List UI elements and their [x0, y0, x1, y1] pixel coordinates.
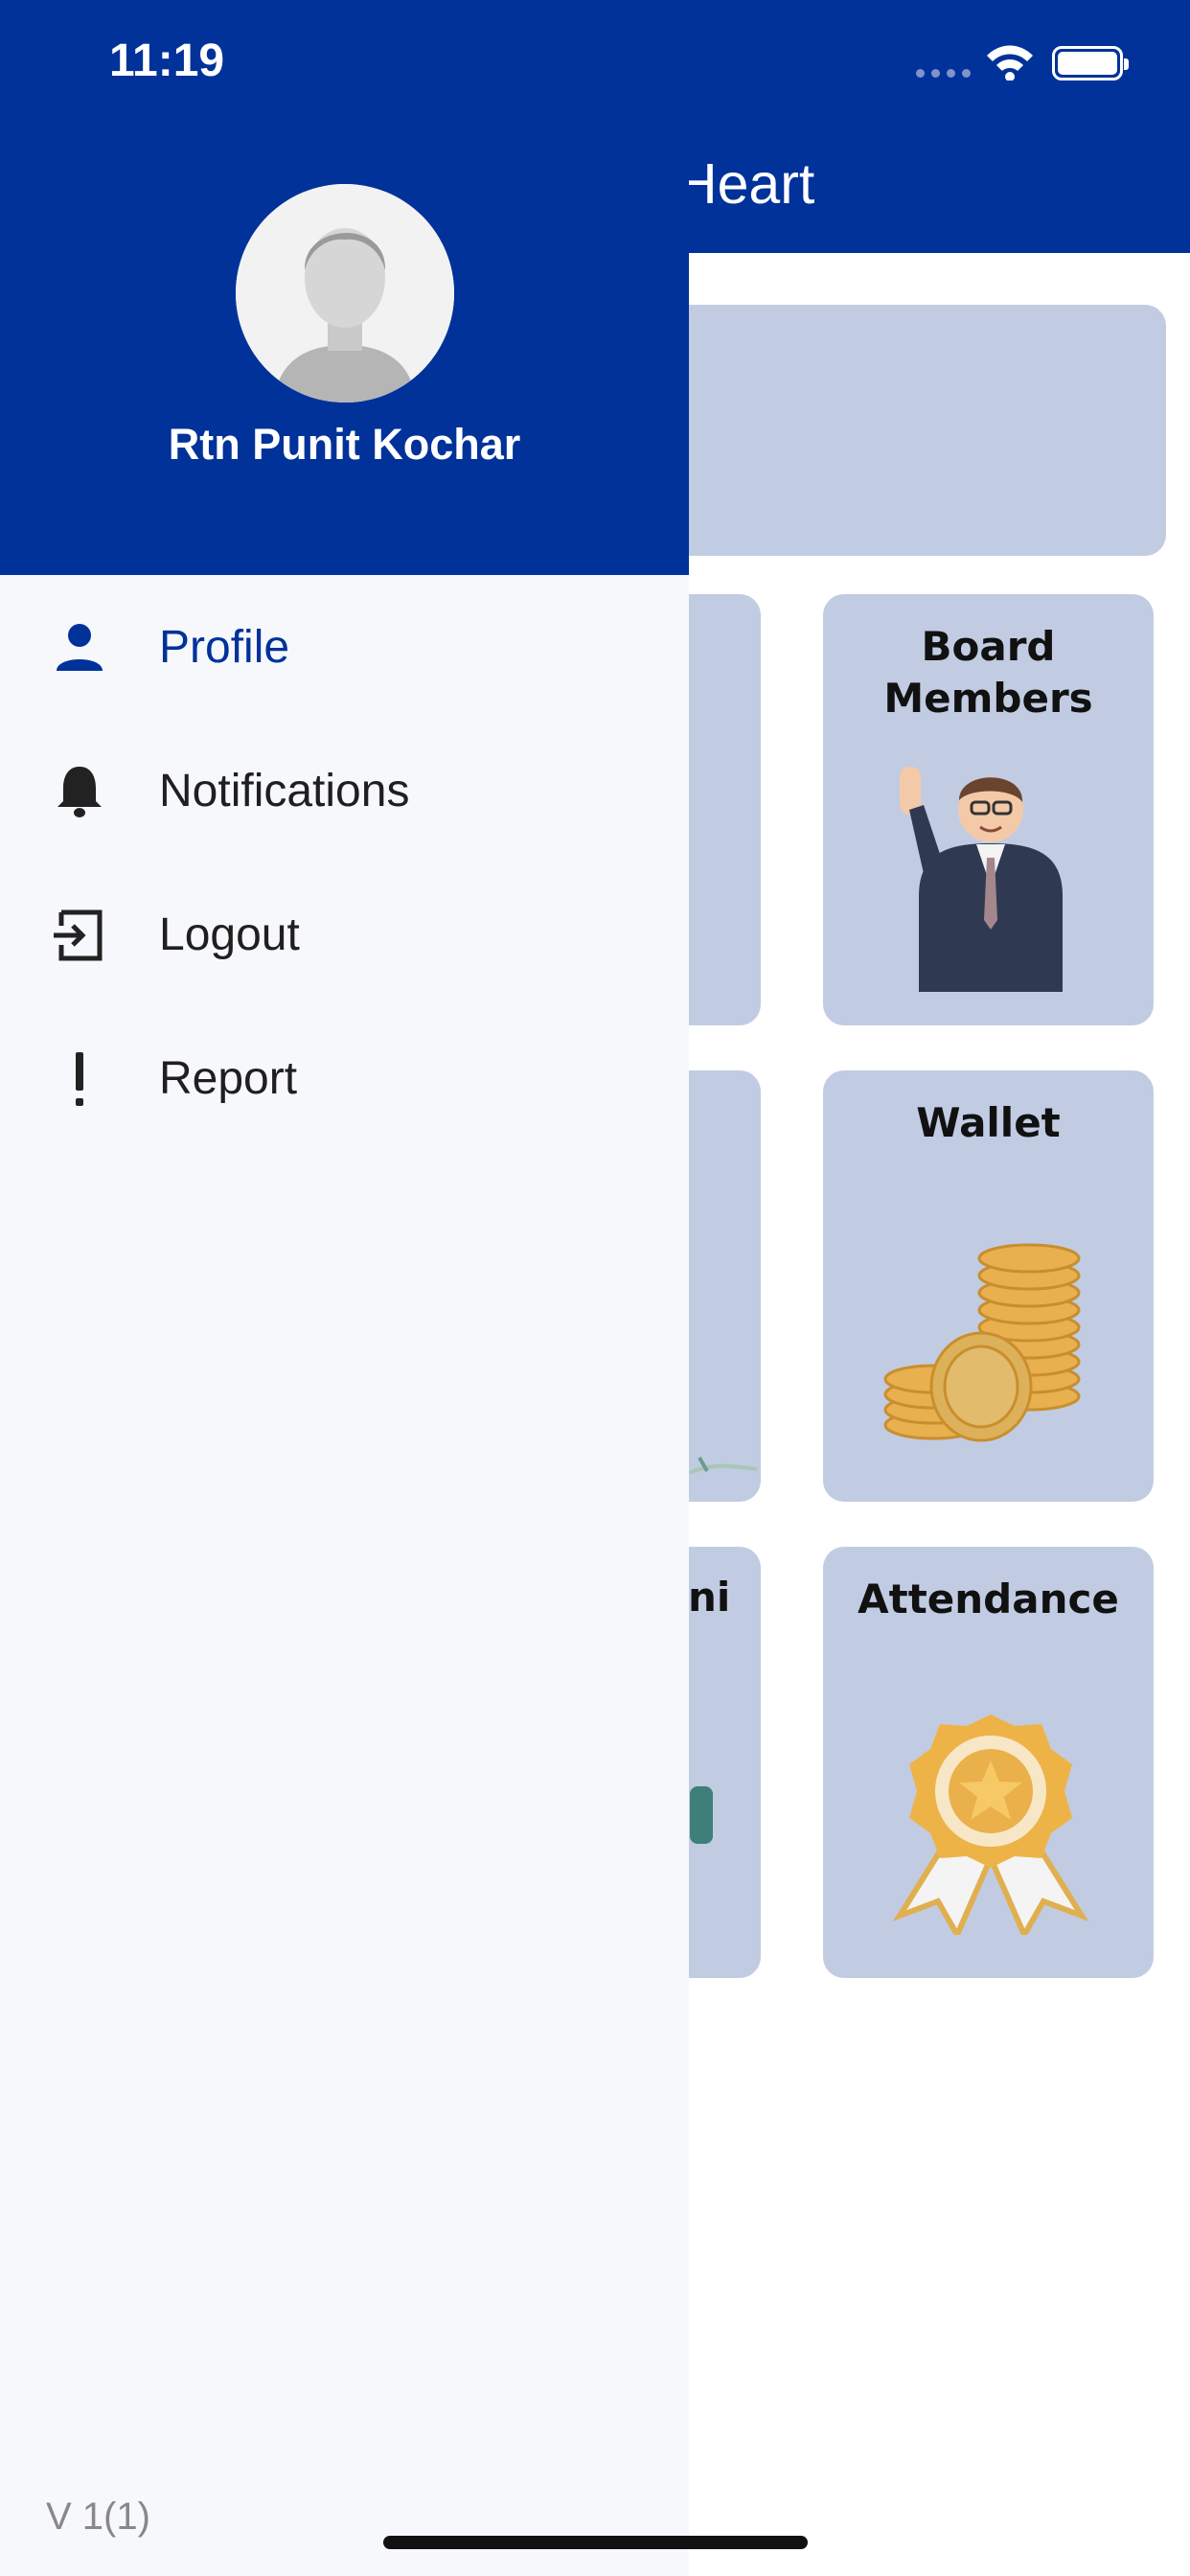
menu-item-label: Profile	[159, 622, 290, 673]
app-version: V 1(1)	[46, 2496, 150, 2538]
banner-card[interactable]	[632, 305, 1166, 556]
bell-icon	[57, 767, 102, 817]
default-avatar-icon	[236, 184, 454, 402]
coins-icon	[883, 1243, 1081, 1442]
menu-item-profile[interactable]: Profile	[0, 590, 689, 705]
tile-attendance[interactable]: Attendance	[823, 1547, 1154, 1978]
exclamation-icon	[76, 1052, 83, 1106]
user-name: Rtn Punit Kochar	[168, 420, 521, 469]
businessman-illustration	[900, 767, 1063, 992]
menu-item-notifications[interactable]: Notifications	[0, 734, 689, 849]
header-title: Heart	[676, 152, 815, 216]
tile-board-members[interactable]: Board Members	[823, 594, 1154, 1025]
status-time: 11:19	[109, 35, 225, 86]
signal-icon	[916, 69, 972, 79]
menu-item-label: Report	[159, 1053, 298, 1104]
menu-item-report[interactable]: Report	[0, 1022, 689, 1137]
menu-item-label: Notifications	[159, 766, 410, 816]
battery-icon	[1052, 46, 1129, 80]
home-indicator	[383, 2536, 808, 2549]
navigation-drawer: Rtn Punit Kochar Profile Notifications L…	[0, 0, 689, 2576]
tile-label: Attendance	[858, 1576, 1119, 1622]
person-icon	[57, 624, 103, 671]
tile-label-fragment: ni	[688, 1574, 731, 1621]
logout-icon	[54, 909, 103, 961]
tile-label: Board Members	[883, 623, 1093, 722]
tile-illustration	[690, 1786, 713, 1844]
menu-item-label: Logout	[159, 909, 300, 960]
avatar[interactable]	[236, 184, 454, 402]
status-bar: 11:19	[0, 0, 1190, 134]
menu-item-logout[interactable]: Logout	[0, 878, 689, 993]
tile-label: Wallet	[916, 1099, 1061, 1146]
tile-wallet[interactable]: Wallet	[823, 1070, 1154, 1502]
wifi-icon	[987, 45, 1033, 80]
award-medal-icon	[892, 1714, 1089, 1935]
